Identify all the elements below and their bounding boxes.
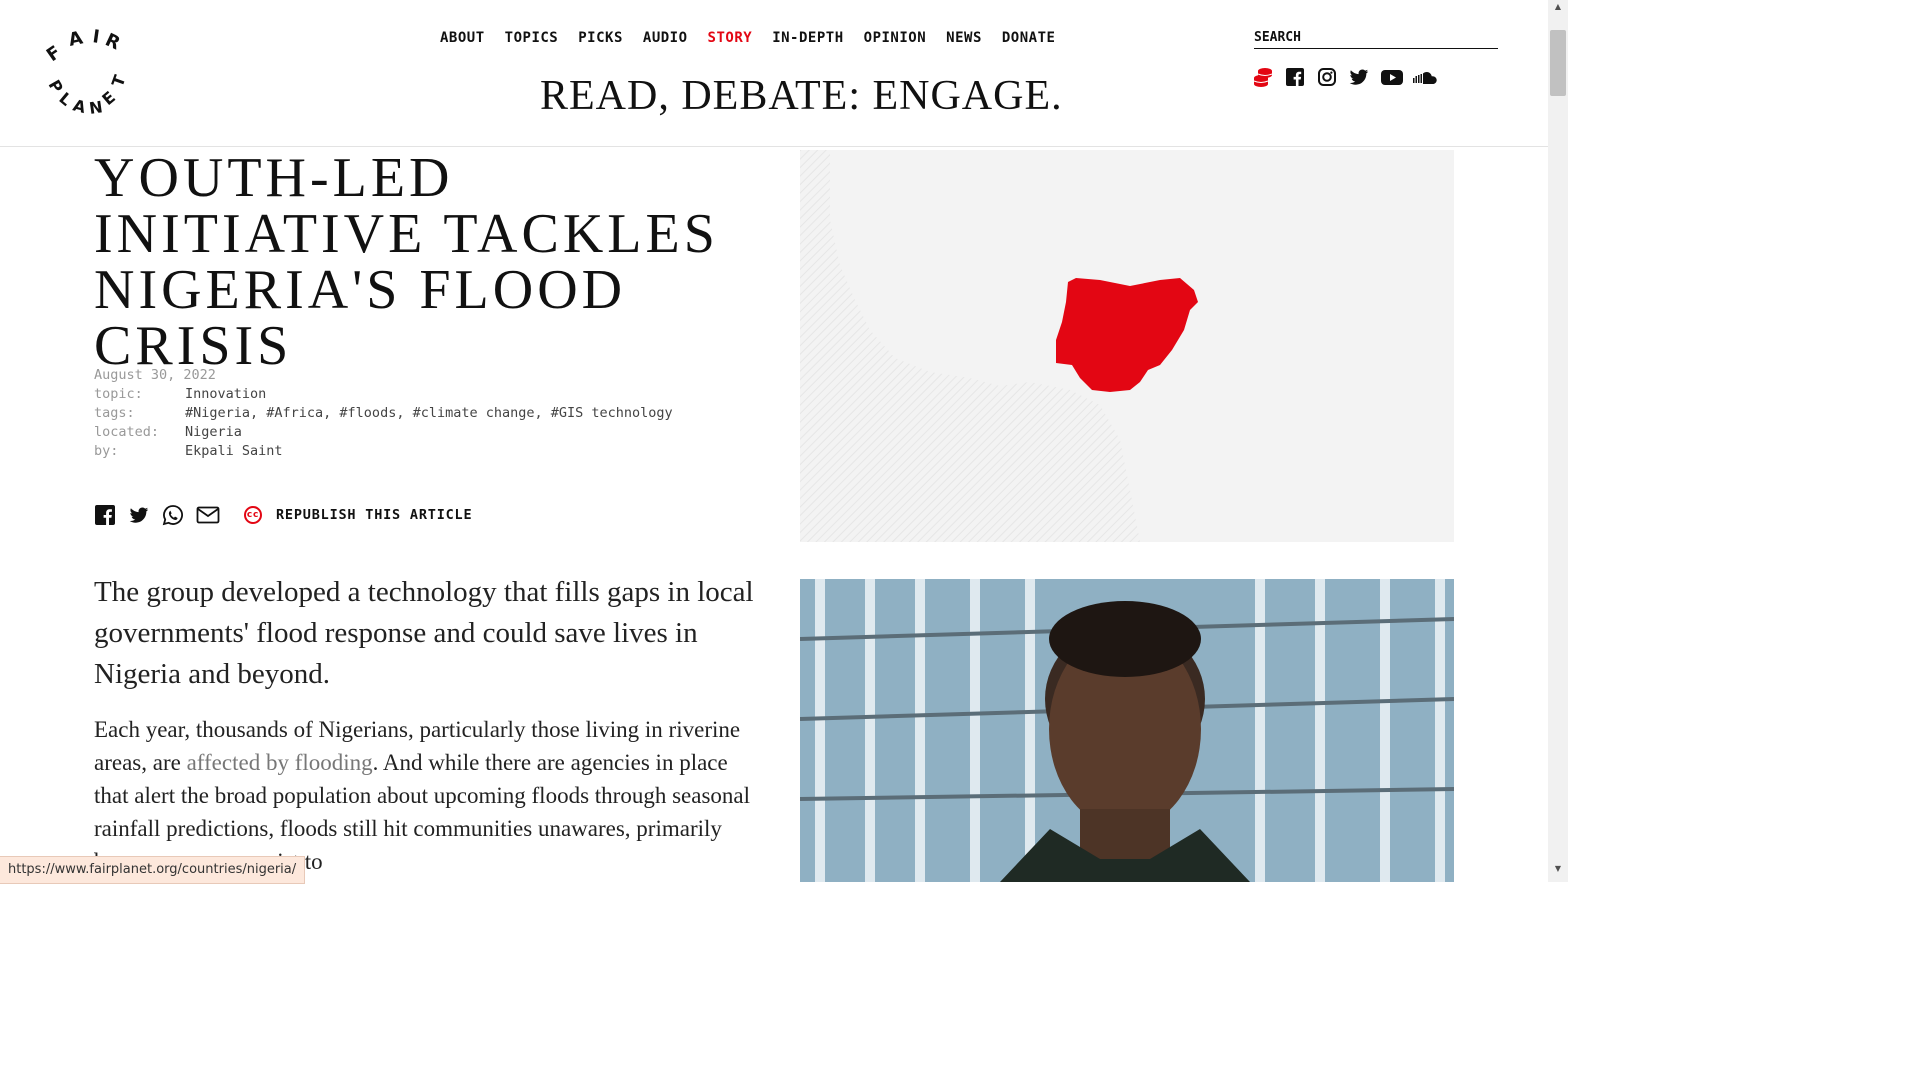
svg-text:A: A bbox=[67, 27, 85, 50]
svg-text:T: T bbox=[108, 73, 130, 90]
creative-commons-icon: cc bbox=[244, 506, 262, 524]
portrait-image bbox=[800, 579, 1454, 882]
article-meta: August 30, 2022 topic: Innovation tags: … bbox=[94, 366, 734, 461]
meta-location-link[interactable]: Nigeria bbox=[185, 423, 242, 442]
nigeria-location-map bbox=[800, 150, 1454, 542]
page-scrollbar[interactable]: ▲ ▼ bbox=[1548, 0, 1568, 882]
site-header: F A I R P L A N E T ABOUT TOPICS PICKS A… bbox=[0, 0, 1548, 147]
nav-in-depth[interactable]: IN-DEPTH bbox=[772, 30, 843, 46]
share-bar: cc REPUBLISH THIS ARTICLE bbox=[94, 504, 472, 526]
scroll-up-icon[interactable]: ▲ bbox=[1548, 2, 1568, 18]
nav-donate[interactable]: DONATE bbox=[1002, 30, 1056, 46]
twitter-icon[interactable] bbox=[128, 504, 150, 526]
site-tagline: READ, DEBATE: ENGAGE. bbox=[540, 73, 1063, 119]
africa-map-graphic bbox=[800, 150, 1454, 542]
nav-story[interactable]: STORY bbox=[708, 30, 753, 46]
article-photo bbox=[800, 579, 1454, 882]
fair-planet-logo[interactable]: F A I R P L A N E T bbox=[43, 26, 144, 121]
facebook-icon[interactable] bbox=[94, 504, 116, 526]
article-body: Each year, thousands of Nigerians, parti… bbox=[94, 713, 754, 878]
meta-row-located: located: Nigeria bbox=[94, 423, 734, 442]
meta-tags-links[interactable]: #Nigeria, #Africa, #floods, #climate cha… bbox=[185, 404, 673, 423]
svg-text:N: N bbox=[88, 97, 104, 118]
search-input[interactable] bbox=[1254, 30, 1498, 45]
affected-by-flooding-link[interactable]: affected by flooding bbox=[187, 750, 373, 775]
meta-row-tags: tags: #Nigeria, #Africa, #floods, #clima… bbox=[94, 404, 734, 423]
main-nav: ABOUT TOPICS PICKS AUDIO STORY IN-DEPTH … bbox=[440, 30, 1075, 46]
article-lead: The group developed a technology that fi… bbox=[94, 576, 754, 690]
article-title: YOUTH-LED INITIATIVE TACKLES NIGERIA'S F… bbox=[94, 147, 719, 377]
mail-icon[interactable] bbox=[196, 504, 220, 526]
logo-mark: F A I R P L A N E T bbox=[43, 26, 130, 118]
nav-audio[interactable]: AUDIO bbox=[643, 30, 688, 46]
coins-icon[interactable] bbox=[1252, 66, 1274, 88]
scroll-down-icon[interactable]: ▼ bbox=[1548, 864, 1568, 880]
search-box[interactable] bbox=[1254, 28, 1498, 49]
instagram-icon[interactable] bbox=[1316, 66, 1338, 88]
nav-about[interactable]: ABOUT bbox=[440, 30, 485, 46]
meta-key: topic: bbox=[94, 386, 143, 402]
nav-topics[interactable]: TOPICS bbox=[505, 30, 559, 46]
nav-opinion[interactable]: OPINION bbox=[864, 30, 927, 46]
article-date: August 30, 2022 bbox=[94, 367, 216, 383]
svg-text:R: R bbox=[102, 29, 124, 54]
meta-key: tags: bbox=[94, 405, 135, 421]
facebook-icon[interactable] bbox=[1284, 66, 1306, 88]
youtube-icon[interactable] bbox=[1380, 66, 1403, 88]
meta-author-link[interactable]: Ekpali Saint bbox=[185, 442, 283, 461]
meta-key: located: bbox=[94, 424, 160, 440]
scrollbar-thumb[interactable] bbox=[1550, 30, 1566, 96]
meta-key: by: bbox=[94, 443, 119, 459]
meta-topic-link[interactable]: Innovation bbox=[185, 385, 266, 404]
meta-row-author: by: Ekpali Saint bbox=[94, 442, 734, 461]
nav-news[interactable]: NEWS bbox=[946, 30, 982, 46]
svg-text:I: I bbox=[91, 26, 101, 48]
republish-button[interactable]: cc REPUBLISH THIS ARTICLE bbox=[244, 506, 472, 524]
social-links bbox=[1252, 66, 1440, 88]
svg-text:A: A bbox=[71, 96, 88, 118]
link-status-bar: https://www.fairplanet.org/countries/nig… bbox=[0, 856, 306, 884]
meta-row-topic: topic: Innovation bbox=[94, 385, 734, 404]
soundcloud-icon[interactable] bbox=[1412, 66, 1440, 88]
twitter-icon[interactable] bbox=[1348, 66, 1370, 88]
svg-text:F: F bbox=[44, 42, 65, 66]
whatsapp-icon[interactable] bbox=[162, 504, 184, 526]
nav-picks[interactable]: PICKS bbox=[578, 30, 623, 46]
republish-label: REPUBLISH THIS ARTICLE bbox=[276, 507, 473, 523]
